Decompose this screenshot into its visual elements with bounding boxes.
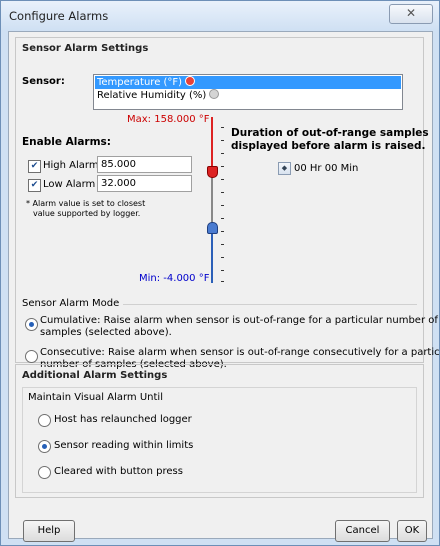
- host-relaunched-label: Host has relaunched logger: [54, 414, 192, 425]
- high-alarm-label: High Alarm: [43, 160, 99, 171]
- host-relaunched-radio[interactable]: [38, 414, 51, 427]
- duration-value: 00 Hr 00 Min: [294, 163, 359, 174]
- alarm-note-line1: * Alarm value is set to closest: [26, 199, 146, 208]
- cleared-button-radio[interactable]: [38, 466, 51, 479]
- sensor-list[interactable]: Temperature (°F) Relative Humidity (%): [93, 74, 403, 110]
- dialog-client-area: Sensor Alarm Settings Sensor: Temperatur…: [8, 31, 440, 542]
- duration-heading-line1: Duration of out-of-range samples: [231, 127, 429, 139]
- window-title: Configure Alarms: [9, 9, 109, 23]
- consecutive-radio[interactable]: [25, 350, 38, 363]
- maintain-visual-alarm-group: Maintain Visual Alarm Until Host has rel…: [22, 387, 417, 493]
- min-label: Min: -4.000 °F: [139, 273, 210, 284]
- high-alarm-checkbox[interactable]: ✔: [28, 160, 41, 173]
- cancel-button[interactable]: Cancel: [335, 520, 390, 542]
- enable-alarms-label: Enable Alarms:: [22, 136, 112, 148]
- sensor-item-temperature[interactable]: Temperature (°F): [95, 76, 401, 89]
- sensor-item-label: Temperature (°F): [97, 77, 183, 88]
- low-range-bar: [211, 227, 213, 283]
- sensor-alarm-mode-title: Sensor Alarm Mode: [22, 298, 120, 309]
- close-button[interactable]: ✕: [389, 4, 433, 24]
- close-icon: ✕: [405, 6, 417, 20]
- alarm-note-line2: value supported by logger.: [33, 209, 141, 218]
- low-alarm-label: Low Alarm: [43, 179, 96, 190]
- configure-alarms-window: Configure Alarms ✕ Sensor Alarm Settings…: [0, 0, 440, 546]
- additional-alarm-settings-title: Additional Alarm Settings: [22, 370, 168, 381]
- cumulative-radio[interactable]: [25, 318, 38, 331]
- cumulative-line2: samples (selected above).: [40, 327, 172, 338]
- cumulative-line1: Cumulative: Raise alarm when sensor is o…: [40, 315, 438, 326]
- duration-heading-line2: displayed before alarm is raised.: [231, 140, 426, 152]
- mode-divider: [123, 304, 417, 305]
- duration-spinner[interactable]: ◆: [278, 162, 291, 175]
- sensor-alarm-settings-group: Sensor Alarm Settings Sensor: Temperatur…: [15, 37, 440, 370]
- high-alarm-input[interactable]: 85.000: [97, 156, 192, 173]
- low-alarm-slider-handle[interactable]: [207, 222, 218, 234]
- ok-button[interactable]: OK: [397, 520, 427, 542]
- normal-range-bar: [211, 172, 213, 227]
- sensor-alarm-settings-title: Sensor Alarm Settings: [22, 43, 149, 54]
- sensor-item-humidity[interactable]: Relative Humidity (%): [95, 89, 401, 102]
- alarm-status-icon: [209, 89, 220, 99]
- help-button[interactable]: Help: [23, 520, 75, 542]
- consecutive-line1: Consecutive: Raise alarm when sensor is …: [40, 347, 440, 358]
- sensor-label: Sensor:: [22, 76, 65, 87]
- title-bar: Configure Alarms ✕: [1, 1, 439, 31]
- max-label: Max: 158.000 °F: [127, 114, 210, 125]
- high-alarm-slider-handle[interactable]: [207, 166, 218, 178]
- within-limits-radio[interactable]: [38, 440, 51, 453]
- maintain-visual-alarm-title: Maintain Visual Alarm Until: [28, 392, 163, 403]
- within-limits-label: Sensor reading within limits: [54, 440, 194, 451]
- alarm-status-icon: [185, 76, 196, 86]
- cleared-button-label: Cleared with button press: [54, 466, 183, 477]
- high-range-bar: [211, 117, 213, 172]
- additional-alarm-settings-group: Additional Alarm Settings Maintain Visua…: [15, 364, 424, 498]
- low-alarm-checkbox[interactable]: ✔: [28, 179, 41, 192]
- sensor-item-label: Relative Humidity (%): [97, 90, 207, 101]
- low-alarm-input[interactable]: 32.000: [97, 175, 192, 192]
